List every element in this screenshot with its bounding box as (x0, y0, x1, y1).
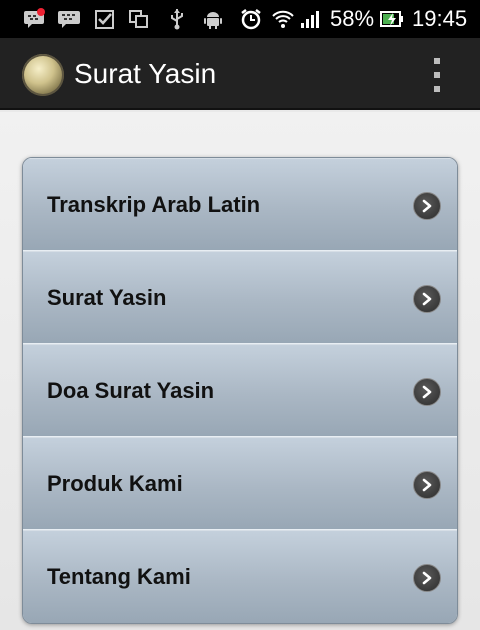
quran-logo-icon[interactable] (22, 54, 64, 96)
menu-item-label: Doa Surat Yasin (47, 378, 215, 403)
signal-icon (299, 8, 321, 30)
bbm-notification-icon (24, 8, 46, 30)
wifi-icon (272, 8, 294, 30)
alarm-icon (240, 8, 262, 30)
chevron-right-icon (413, 471, 441, 499)
clock: 19:45 (412, 6, 468, 31)
copy-icon (128, 8, 150, 30)
chevron-right-icon (413, 192, 441, 220)
battery-charging-icon (380, 8, 404, 30)
action-bar: Surat Yasin (0, 38, 480, 110)
usb-icon (166, 8, 188, 30)
app-title: Surat Yasin (74, 58, 217, 89)
android-icon (202, 8, 224, 30)
menu-item-label: Surat Yasin (47, 285, 167, 310)
chevron-right-icon (413, 285, 441, 313)
battery-percent: 58% (330, 6, 375, 31)
menu-list: Transkrip Arab Latin Surat Yasin Doa Sur… (22, 157, 458, 624)
chevron-right-icon (413, 378, 441, 406)
overflow-menu-icon[interactable] (426, 56, 448, 94)
status-bar: 58% 19:45 (0, 0, 480, 38)
menu-item-surat-yasin[interactable]: Surat Yasin (23, 251, 457, 344)
menu-item-doa-surat-yasin[interactable]: Doa Surat Yasin (23, 344, 457, 437)
main-content: Transkrip Arab Latin Surat Yasin Doa Sur… (0, 112, 480, 630)
menu-item-label: Tentang Kami (47, 564, 191, 589)
menu-item-produk-kami[interactable]: Produk Kami (23, 437, 457, 530)
checkbox-icon (94, 8, 116, 30)
chevron-right-icon (413, 564, 441, 592)
menu-item-tentang-kami[interactable]: Tentang Kami (23, 530, 457, 623)
menu-item-transkrip-arab-latin[interactable]: Transkrip Arab Latin (23, 158, 457, 251)
menu-item-label: Transkrip Arab Latin (47, 192, 261, 217)
menu-item-label: Produk Kami (47, 471, 183, 496)
bbm-icon (58, 8, 80, 30)
